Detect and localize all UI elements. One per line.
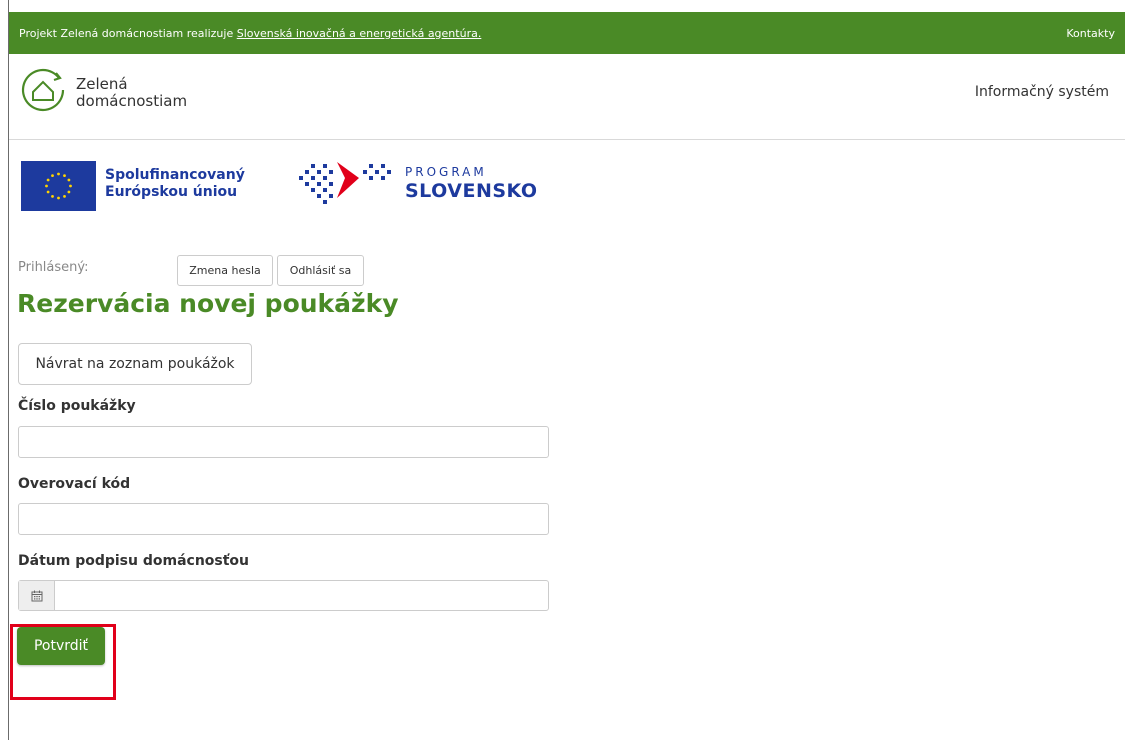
program-line-1: PROGRAM <box>405 165 487 179</box>
eu-line-1: Spolufinancovaný <box>105 167 245 183</box>
logo-line-1: Zelená <box>76 75 128 93</box>
signature-date-field <box>18 580 549 611</box>
back-to-vouchers-button[interactable]: Návrat na zoznam poukážok <box>18 343 252 385</box>
logged-in-label: Prihlásený: <box>18 260 89 275</box>
signature-date-label: Dátum podpisu domácnosťou <box>18 553 250 569</box>
house-logo-icon[interactable] <box>19 66 67 114</box>
program-slovensko-logo-icon <box>299 162 391 204</box>
calendar-icon <box>31 590 42 601</box>
info-system-link[interactable]: Informačný systém <box>975 84 1109 100</box>
agency-link[interactable]: Slovenská inovačná a energetická agentúr… <box>237 27 482 40</box>
top-bar: Projekt Zelená domácnostiam realizuje Sl… <box>9 12 1125 54</box>
program-line-2: SLOVENSKO <box>405 180 538 202</box>
site-header: Zelená domácnostiam Informačný systém <box>9 54 1125 140</box>
program-slovensko-text: PROGRAM SLOVENSKO <box>405 165 538 202</box>
voucher-number-input[interactable] <box>18 426 549 458</box>
verification-code-label: Overovací kód <box>18 476 131 492</box>
project-info: Projekt Zelená domácnostiam realizuje Sl… <box>19 27 481 40</box>
eu-flag-icon <box>21 161 96 211</box>
voucher-number-label: Číslo poukážky <box>18 398 136 414</box>
change-password-button[interactable]: Zmena hesla <box>177 255 273 286</box>
verification-code-input[interactable] <box>18 503 549 535</box>
contacts-link[interactable]: Kontakty <box>1066 27 1115 40</box>
page-title: Rezervácia novej poukážky <box>17 289 399 318</box>
calendar-addon[interactable] <box>19 581 55 610</box>
logo-line-2: domácnostiam <box>76 92 188 110</box>
logout-button[interactable]: Odhlásiť sa <box>277 255 364 286</box>
eu-cofinanced-text: Spolufinancovaný Európskou úniou <box>105 167 245 201</box>
logo-text[interactable]: Zelená domácnostiam <box>76 76 187 110</box>
project-text: Projekt Zelená domácnostiam realizuje <box>19 26 237 40</box>
signature-date-input[interactable] <box>55 581 548 610</box>
confirm-button[interactable]: Potvrdiť <box>17 627 105 665</box>
eu-line-2: Európskou úniou <box>105 184 238 200</box>
